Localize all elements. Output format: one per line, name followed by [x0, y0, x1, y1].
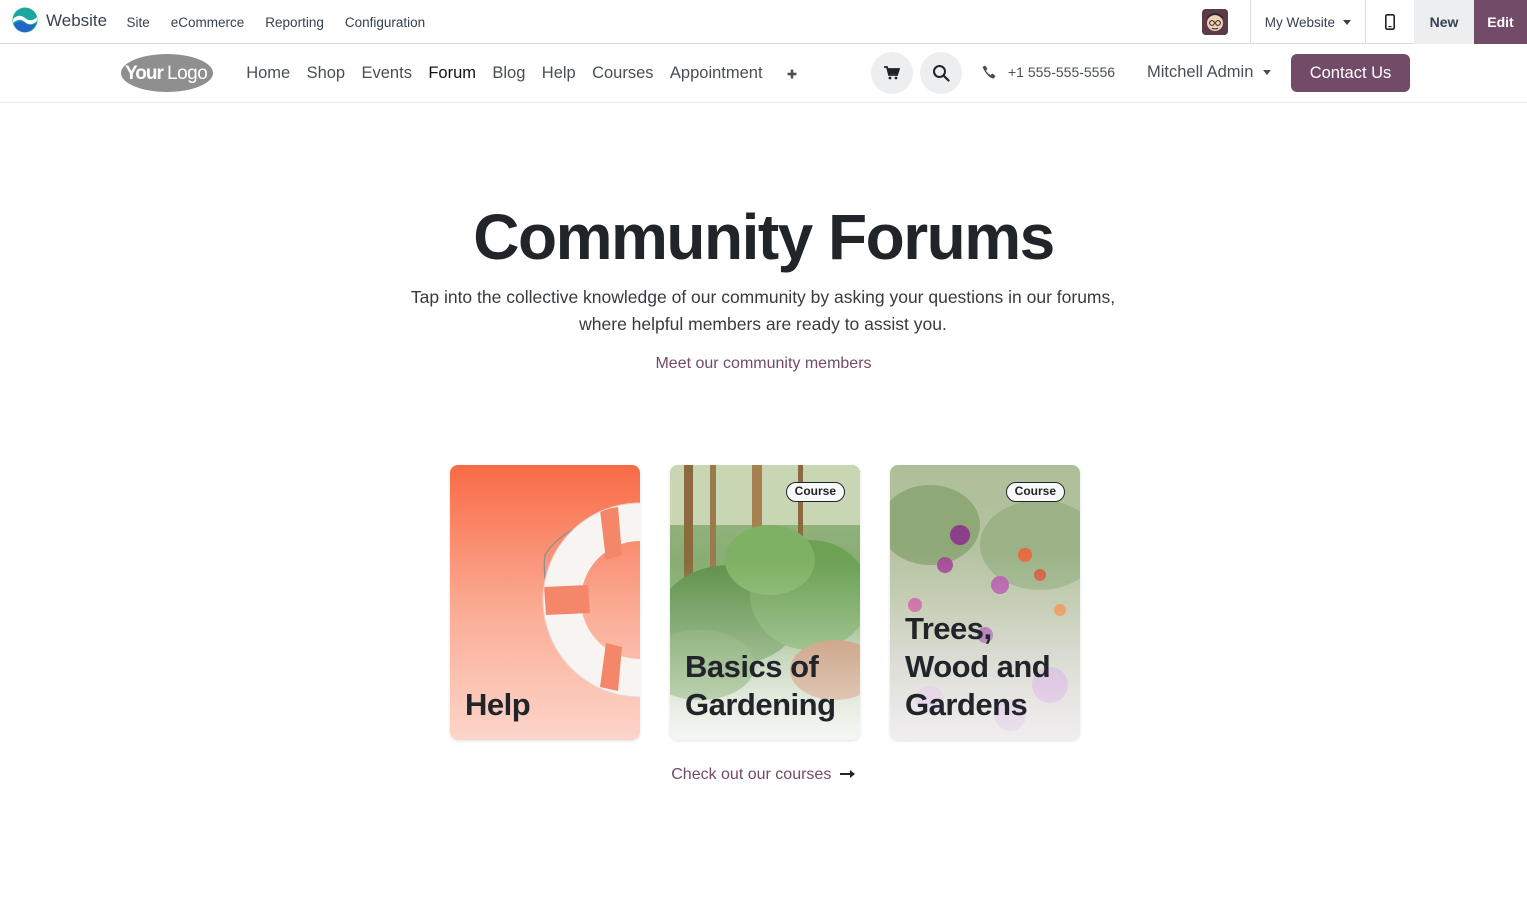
website-selector-label: My Website: [1264, 14, 1335, 30]
card-title: Basics of Gardening: [685, 648, 836, 724]
search-button[interactable]: [920, 52, 962, 94]
card-title-line: Gardens: [905, 687, 1028, 722]
admin-menu-site[interactable]: Site: [116, 15, 160, 30]
arrow-right-icon: [839, 770, 855, 778]
forum-card-trees-wood-and-gardens[interactable]: Course Trees, Wood and Gardens: [890, 465, 1080, 740]
main-nav: Home Shop Events Forum Blog Help Courses…: [238, 44, 799, 103]
website-selector[interactable]: My Website: [1251, 15, 1365, 30]
course-badge: Course: [785, 482, 845, 502]
cart-icon: [884, 66, 900, 80]
admin-menu-ecommerce[interactable]: eCommerce: [160, 15, 255, 30]
admin-menu-reporting[interactable]: Reporting: [255, 15, 335, 30]
plus-icon[interactable]: [777, 63, 799, 85]
avatar-face-icon: [1201, 9, 1228, 35]
website-app-icon[interactable]: [12, 7, 38, 33]
courses-link[interactable]: Check out our courses: [0, 766, 1527, 784]
cart-button[interactable]: [871, 52, 913, 94]
page-title: Community Forums: [473, 201, 1055, 273]
card-title-line: Wood and: [905, 649, 1051, 684]
nav-forum[interactable]: Forum: [420, 64, 484, 83]
mobile-icon: [1385, 14, 1395, 30]
user-menu[interactable]: Mitchell Admin: [1147, 63, 1272, 82]
forum-card-help[interactable]: Help: [450, 465, 640, 740]
card-title: Help: [465, 687, 531, 722]
nav-courses[interactable]: Courses: [584, 64, 662, 83]
admin-menu-configuration[interactable]: Configuration: [334, 15, 435, 30]
nav-shop[interactable]: Shop: [298, 64, 353, 83]
course-badge: Course: [1005, 482, 1065, 502]
meet-members-link[interactable]: Meet our community members: [0, 355, 1527, 373]
nav-appointment[interactable]: Appointment: [662, 64, 771, 83]
search-icon: [933, 65, 950, 82]
site-logo[interactable]: Your Logo: [119, 53, 214, 93]
user-avatar[interactable]: [1201, 9, 1228, 35]
nav-events[interactable]: Events: [353, 64, 420, 83]
card-title-line: Gardening: [685, 687, 836, 722]
edit-button[interactable]: Edit: [1474, 0, 1527, 44]
nav-home[interactable]: Home: [238, 64, 298, 83]
contact-us-button[interactable]: Contact Us: [1291, 54, 1410, 92]
user-name: Mitchell Admin: [1147, 63, 1254, 81]
nav-help[interactable]: Help: [534, 64, 584, 83]
site-header: Your Logo Home Shop Events Forum Blog He…: [0, 44, 1527, 103]
admin-menu: Site eCommerce Reporting Configuration: [116, 0, 436, 44]
mobile-preview-button[interactable]: [1366, 0, 1414, 44]
caret-down-icon: [1343, 19, 1351, 25]
admin-bar: Website Site eCommerce Reporting Configu…: [0, 0, 1527, 44]
phone-icon: [982, 65, 996, 79]
card-title: Trees, Wood and Gardens: [905, 610, 1051, 724]
phone-number: +1 555-555-5556: [1008, 64, 1116, 80]
card-title-line: Trees,: [905, 611, 992, 646]
phone-link[interactable]: +1 555-555-5556: [982, 64, 1115, 80]
subtitle-line: Tap into the collective knowledge of our…: [410, 287, 1116, 307]
card-title-line: Basics of: [685, 649, 819, 684]
svg-text:Logo: Logo: [167, 63, 207, 84]
svg-text:Your: Your: [125, 63, 164, 84]
app-name[interactable]: Website: [46, 11, 107, 31]
caret-down-icon: [1263, 70, 1272, 75]
admin-right-controls: My Website New Edit: [1201, 0, 1527, 44]
nav-blog[interactable]: Blog: [484, 64, 533, 83]
page-subtitle: Tap into the collective knowledge of our…: [363, 284, 1163, 338]
forum-card-basics-of-gardening[interactable]: Course Basics of Gardening: [670, 465, 860, 740]
courses-link-label: Check out our courses: [671, 766, 832, 783]
subtitle-line: where helpful members are ready to assis…: [579, 314, 947, 334]
new-button[interactable]: New: [1414, 0, 1474, 44]
